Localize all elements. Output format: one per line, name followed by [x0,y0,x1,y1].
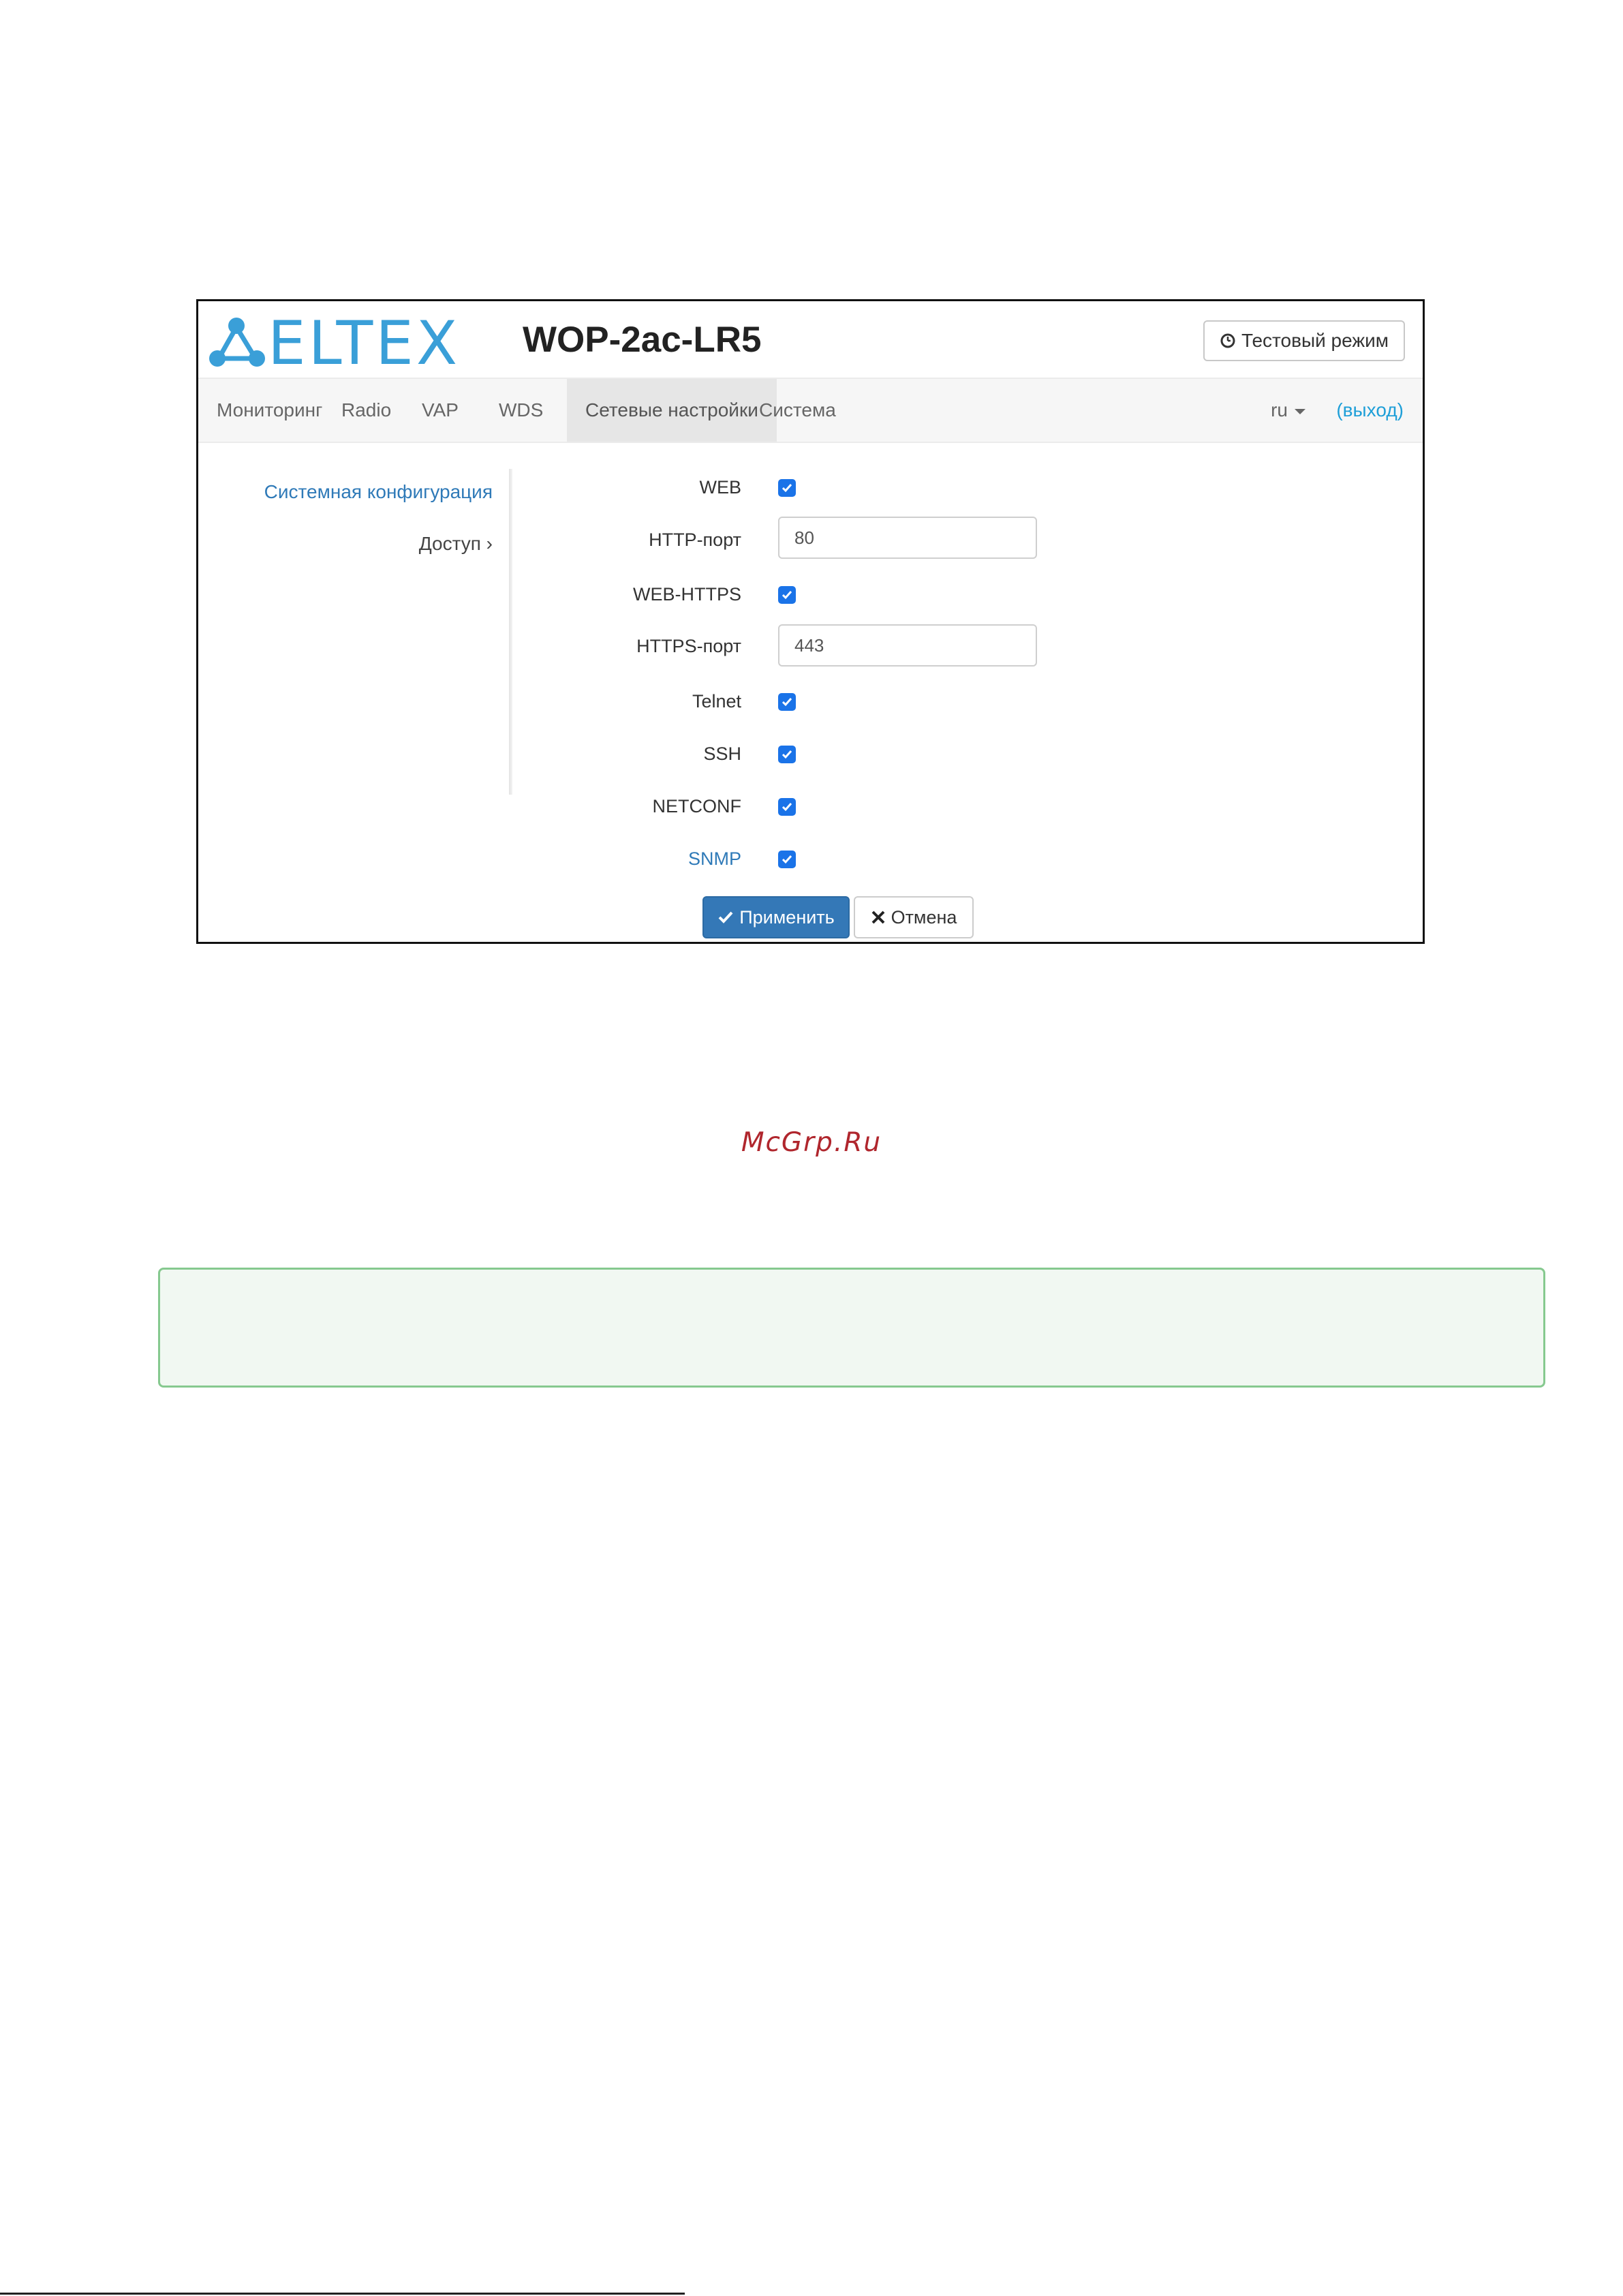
nav-wds[interactable]: WDS [480,379,561,442]
language-dropdown[interactable]: ru [1271,379,1305,442]
web-label: WEB [699,477,741,498]
netconf-label: NETCONF [652,796,742,816]
sidebar-item-access-label: Доступ [418,533,481,554]
settings-sidebar: Системная конфигурация Доступ › [198,465,513,778]
logout-link[interactable]: (выход) [1336,379,1404,442]
checkmark-icon [782,855,792,864]
note-box [158,1268,1545,1388]
clock-icon [1220,333,1235,348]
https-port-input[interactable] [778,624,1037,667]
snmp-checkbox[interactable] [778,851,796,868]
x-icon [871,910,884,924]
watermark: McGrp.Ru [741,1127,882,1158]
netconf-checkbox[interactable] [778,798,796,816]
chevron-right-icon: › [486,533,493,554]
device-web-ui: ELTEX WOP-2ac-LR5 Тестовый режим Монитор… [196,299,1425,944]
device-title: WOP-2ac-LR5 [523,320,762,360]
sidebar-item-system-config[interactable]: Системная конфигурация [264,481,493,503]
nav-vap[interactable]: VAP [403,379,477,442]
http-port-label: HTTP-порт [649,530,741,550]
checkmark-icon [782,698,792,707]
ssh-label: SSH [703,744,741,764]
apply-label: Применить [739,906,835,928]
main-navbar: Мониторинг Radio VAP WDS Сетевые настрой… [198,378,1423,443]
nav-system[interactable]: Система [741,379,854,442]
snmp-link[interactable]: SNMP [688,848,741,870]
footer-divider [0,2293,685,2295]
sidebar-item-access[interactable]: Доступ › [419,533,493,555]
eltex-network-icon [209,318,265,367]
apply-button[interactable]: Применить [702,896,850,938]
http-port-input[interactable] [778,517,1037,559]
checkmark-icon [782,803,792,812]
cancel-button[interactable]: Отмена [854,896,974,938]
checkmark-icon [782,591,792,600]
https-port-label: HTTPS-порт [636,636,741,656]
check-icon [718,911,733,923]
nav-monitoring[interactable]: Мониторинг [198,379,341,442]
eltex-logo: ELTEX [208,311,457,376]
logo-wordmark: ELTEX [268,308,461,378]
test-mode-button[interactable]: Тестовый режим [1203,320,1405,361]
cancel-label: Отмена [891,906,957,928]
nav-radio[interactable]: Radio [323,379,409,442]
checkmark-icon [782,750,792,759]
web-checkbox[interactable] [778,479,796,497]
telnet-checkbox[interactable] [778,693,796,711]
sidebar-divider [509,469,512,795]
telnet-label: Telnet [692,691,741,711]
language-label: ru [1271,399,1288,420]
test-mode-label: Тестовый режим [1241,330,1389,351]
checkmark-icon [782,484,792,493]
web-https-checkbox[interactable] [778,586,796,604]
ssh-checkbox[interactable] [778,746,796,763]
web-https-label: WEB-HTTPS [633,584,741,604]
caret-down-icon [1295,408,1305,414]
